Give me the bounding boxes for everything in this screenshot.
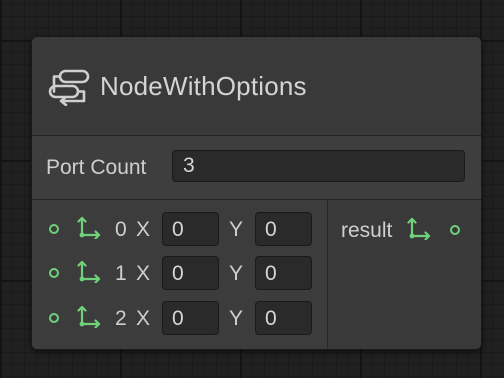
y-label: Y bbox=[229, 307, 244, 330]
vector2-icon bbox=[77, 216, 101, 239]
port-count-field[interactable]: 3 bbox=[172, 150, 465, 182]
node-title-bar[interactable]: NodeWithOptions bbox=[32, 37, 481, 136]
node-options-panel: Port Count 3 bbox=[32, 136, 481, 200]
input-port-connector[interactable] bbox=[49, 313, 59, 323]
input-ports: 0 X 0 Y 0 1 X 0 Y 0 2 X 0 Y 0 bbox=[32, 200, 328, 349]
input-port-row: 0 X 0 Y 0 bbox=[32, 211, 327, 247]
node-options-icon bbox=[48, 69, 90, 106]
y-field[interactable]: 0 bbox=[255, 256, 312, 290]
vector2-icon bbox=[407, 217, 431, 240]
input-port-index: 2 bbox=[115, 307, 127, 330]
output-port-connector[interactable] bbox=[450, 225, 460, 235]
x-field[interactable]: 0 bbox=[162, 212, 219, 246]
x-field[interactable]: 0 bbox=[162, 256, 219, 290]
input-port-index: 1 bbox=[115, 262, 127, 285]
x-field[interactable]: 0 bbox=[162, 301, 219, 335]
input-port-row: 1 X 0 Y 0 bbox=[32, 255, 327, 291]
vector2-icon bbox=[77, 305, 101, 328]
input-port-connector[interactable] bbox=[49, 268, 59, 278]
y-label: Y bbox=[229, 262, 244, 285]
y-field[interactable]: 0 bbox=[255, 301, 312, 335]
x-label: X bbox=[136, 307, 151, 330]
y-field[interactable]: 0 bbox=[255, 212, 312, 246]
output-port-label: result bbox=[341, 219, 393, 242]
input-port-connector[interactable] bbox=[49, 224, 59, 234]
graph-node[interactable]: NodeWithOptions Port Count 3 0 X 0 Y 0 1… bbox=[31, 36, 482, 350]
port-count-label: Port Count bbox=[46, 156, 147, 179]
input-port-index: 0 bbox=[115, 218, 127, 241]
y-label: Y bbox=[229, 218, 244, 241]
x-label: X bbox=[136, 218, 151, 241]
ports-container: 0 X 0 Y 0 1 X 0 Y 0 2 X 0 Y 0 result bbox=[32, 200, 481, 349]
output-port-row: result bbox=[328, 212, 481, 248]
input-port-row: 2 X 0 Y 0 bbox=[32, 300, 327, 336]
node-title: NodeWithOptions bbox=[100, 71, 307, 101]
vector2-icon bbox=[77, 260, 101, 283]
x-label: X bbox=[136, 262, 151, 285]
